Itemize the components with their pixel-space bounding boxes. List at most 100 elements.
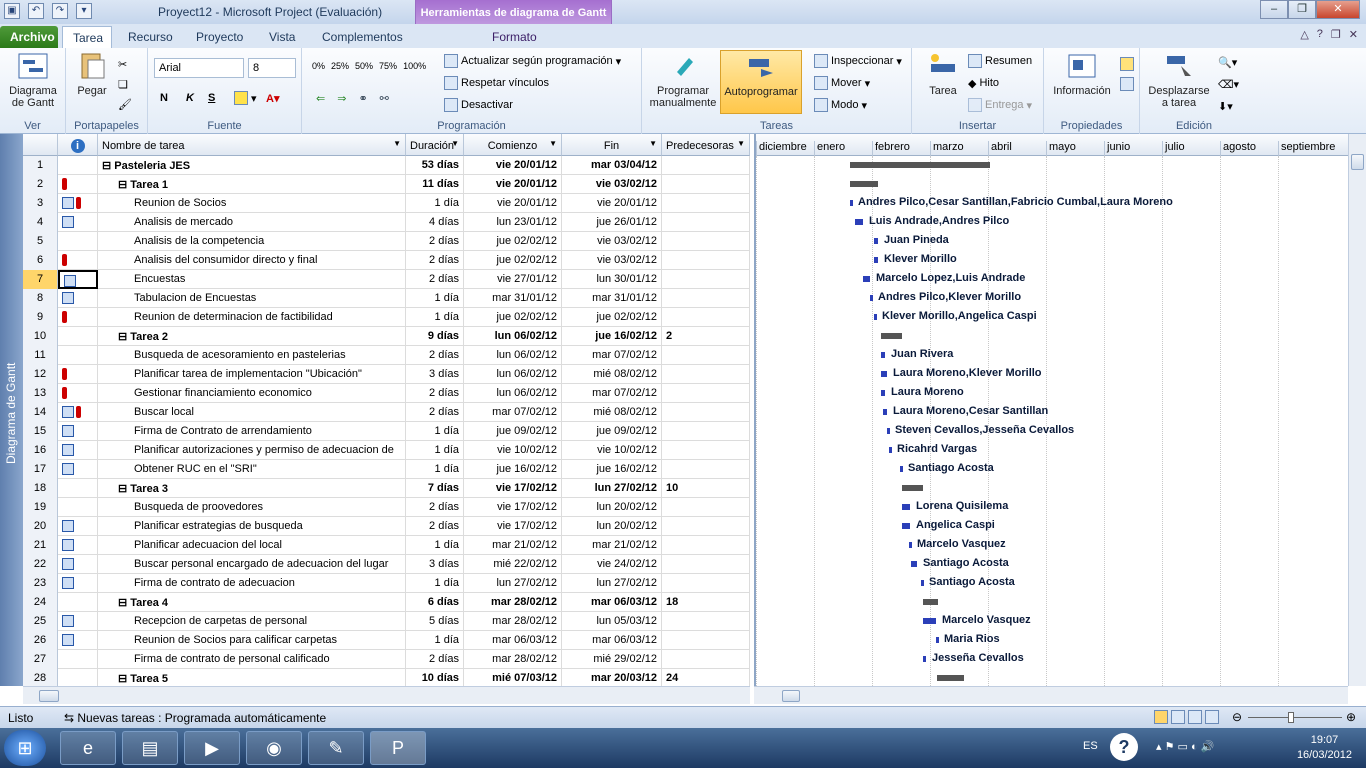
row-indicators[interactable] xyxy=(58,194,98,213)
row-indicators[interactable] xyxy=(58,612,98,631)
row-indicators[interactable] xyxy=(58,460,98,479)
row-number[interactable]: 6 xyxy=(23,251,58,270)
duration-cell[interactable]: 3 días xyxy=(406,365,464,384)
finish-cell[interactable]: jue 16/02/12 xyxy=(562,327,662,346)
vertical-scrollbar[interactable] xyxy=(1348,134,1366,686)
underline-button[interactable]: S xyxy=(208,88,215,108)
start-cell[interactable]: vie 10/02/12 xyxy=(464,441,562,460)
task-bar[interactable] xyxy=(923,656,926,662)
start-cell[interactable]: vie 17/02/12 xyxy=(464,517,562,536)
pct-75-button[interactable]: 75% xyxy=(379,61,397,71)
table-row[interactable]: 5 Analisis de la competencia 2 días jue 02/… xyxy=(23,232,750,251)
duration-cell[interactable]: 53 días xyxy=(406,156,464,175)
start-cell[interactable]: lun 06/02/12 xyxy=(464,384,562,403)
resource-sheet-icon[interactable] xyxy=(1205,710,1219,724)
duration-cell[interactable]: 1 día xyxy=(406,308,464,327)
row-indicators[interactable] xyxy=(58,232,98,251)
filter-dropdown-icon[interactable]: ▼ xyxy=(549,139,557,148)
inspect-button[interactable]: Inspeccionar ▾ xyxy=(814,51,902,71)
table-row[interactable]: 10 ⊟ Tarea 29 días lun 06/02/12 jue 16/02/1… xyxy=(23,327,750,346)
predecessors-cell[interactable]: 10 xyxy=(662,479,750,498)
finish-cell[interactable]: jue 02/02/12 xyxy=(562,308,662,327)
finish-cell[interactable]: mié 08/02/12 xyxy=(562,365,662,384)
collapse-icon[interactable]: ⊟ xyxy=(118,673,130,685)
finish-cell[interactable]: mar 07/02/12 xyxy=(562,384,662,403)
gantt-horizontal-scrollbar[interactable] xyxy=(754,686,1348,704)
duration-cell[interactable]: 1 día xyxy=(406,536,464,555)
row-number[interactable]: 19 xyxy=(23,498,58,517)
start-cell[interactable]: mié 07/03/12 xyxy=(464,669,562,686)
task-bar[interactable] xyxy=(881,371,887,377)
duration-cell[interactable]: 1 día xyxy=(406,194,464,213)
zoom-slider[interactable]: ⊖ ⊕ xyxy=(1232,710,1358,725)
table-row[interactable]: 26 Reunion de Socios para calificar carpe… xyxy=(23,631,750,650)
start-cell[interactable]: mar 06/03/12 xyxy=(464,631,562,650)
row-number[interactable]: 15 xyxy=(23,422,58,441)
task-bar[interactable] xyxy=(923,618,936,624)
task-name-cell[interactable]: Gestionar financiamiento economico xyxy=(98,384,406,403)
row-indicators[interactable] xyxy=(58,555,98,574)
finish-cell[interactable]: vie 03/02/12 xyxy=(562,251,662,270)
filter-dropdown-icon[interactable]: ▼ xyxy=(737,139,745,148)
start-cell[interactable]: vie 20/01/12 xyxy=(464,194,562,213)
undo-icon[interactable]: ↶ xyxy=(28,3,44,19)
summary-bar[interactable] xyxy=(923,599,938,605)
start-cell[interactable]: mar 07/02/12 xyxy=(464,403,562,422)
start-cell[interactable]: vie 17/02/12 xyxy=(464,479,562,498)
start-cell[interactable]: mar 28/02/12 xyxy=(464,593,562,612)
row-indicators[interactable] xyxy=(58,308,98,327)
row-number[interactable]: 22 xyxy=(23,555,58,574)
task-bar[interactable] xyxy=(902,504,910,510)
col-header-predecessors[interactable]: Predecesoras ▼ xyxy=(662,134,750,156)
internet-explorer-icon[interactable]: e xyxy=(60,731,116,765)
summary-bar[interactable] xyxy=(902,485,923,491)
predecessors-cell[interactable] xyxy=(662,384,750,403)
paste-button[interactable]: Pegar xyxy=(70,50,114,97)
duration-cell[interactable]: 2 días xyxy=(406,270,464,289)
table-row[interactable]: 4 Analisis de mercado 4 días lun 23/01/12 ju… xyxy=(23,213,750,232)
predecessors-cell[interactable] xyxy=(662,650,750,669)
row-indicators[interactable] xyxy=(58,422,98,441)
duration-cell[interactable]: 2 días xyxy=(406,384,464,403)
finish-cell[interactable]: mar 21/02/12 xyxy=(562,536,662,555)
task-name-cell[interactable]: Obtener RUC en el "SRI" xyxy=(98,460,406,479)
row-number[interactable]: 25 xyxy=(23,612,58,631)
finish-cell[interactable]: vie 10/02/12 xyxy=(562,441,662,460)
start-cell[interactable]: jue 02/02/12 xyxy=(464,232,562,251)
format-painter-icon[interactable]: 🖌 xyxy=(118,94,132,114)
table-row[interactable]: 13 Gestionar financiamiento economico 2 dí… xyxy=(23,384,750,403)
row-number[interactable]: 26 xyxy=(23,631,58,650)
filter-dropdown-icon[interactable]: ▼ xyxy=(393,139,401,148)
task-name-cell[interactable]: Reunion de determinacion de factibilidad xyxy=(98,308,406,327)
duration-cell[interactable]: 1 día xyxy=(406,460,464,479)
row-number[interactable]: 21 xyxy=(23,536,58,555)
tab-tarea[interactable]: Tarea xyxy=(62,26,112,48)
task-name-cell[interactable]: Tabulacion de Encuestas xyxy=(98,289,406,308)
duration-cell[interactable]: 2 días xyxy=(406,650,464,669)
start-cell[interactable]: jue 16/02/12 xyxy=(464,460,562,479)
font-color-icon[interactable]: A▾ xyxy=(266,88,279,108)
finish-cell[interactable]: lun 20/02/12 xyxy=(562,498,662,517)
language-indicator[interactable]: ES xyxy=(1083,740,1098,752)
row-number[interactable]: 23 xyxy=(23,574,58,593)
row-number[interactable]: 28 xyxy=(23,669,58,686)
details-icon[interactable] xyxy=(1120,74,1134,94)
start-cell[interactable]: mié 22/02/12 xyxy=(464,555,562,574)
close-button[interactable]: ✕ xyxy=(1316,0,1360,19)
zoom-in-icon[interactable]: ⊕ xyxy=(1346,710,1356,724)
task-bar[interactable] xyxy=(874,257,878,263)
table-row[interactable]: 27 Firma de contrato de personal califica… xyxy=(23,650,750,669)
manual-schedule-button[interactable]: Programar manualmente xyxy=(646,50,720,109)
finish-cell[interactable]: vie 03/02/12 xyxy=(562,232,662,251)
duration-cell[interactable]: 2 días xyxy=(406,346,464,365)
indent-icon[interactable]: ⇒ xyxy=(337,92,346,105)
insert-task-button[interactable]: Tarea xyxy=(918,50,968,97)
maximize-button[interactable]: ❐ xyxy=(1288,0,1316,19)
finish-cell[interactable]: mar 31/01/12 xyxy=(562,289,662,308)
finish-cell[interactable]: lun 30/01/12 xyxy=(562,270,662,289)
customize-qat-icon[interactable]: ▾ xyxy=(76,3,92,19)
table-row[interactable]: 19 Busqueda de proovedores 2 días vie 17/02… xyxy=(23,498,750,517)
table-row[interactable]: 1 ⊟ Pasteleria JES 53 días vie 20/01/12 mar … xyxy=(23,156,750,175)
link-icon[interactable]: ⚭ xyxy=(358,92,367,105)
finish-cell[interactable]: mar 20/03/12 xyxy=(562,669,662,686)
